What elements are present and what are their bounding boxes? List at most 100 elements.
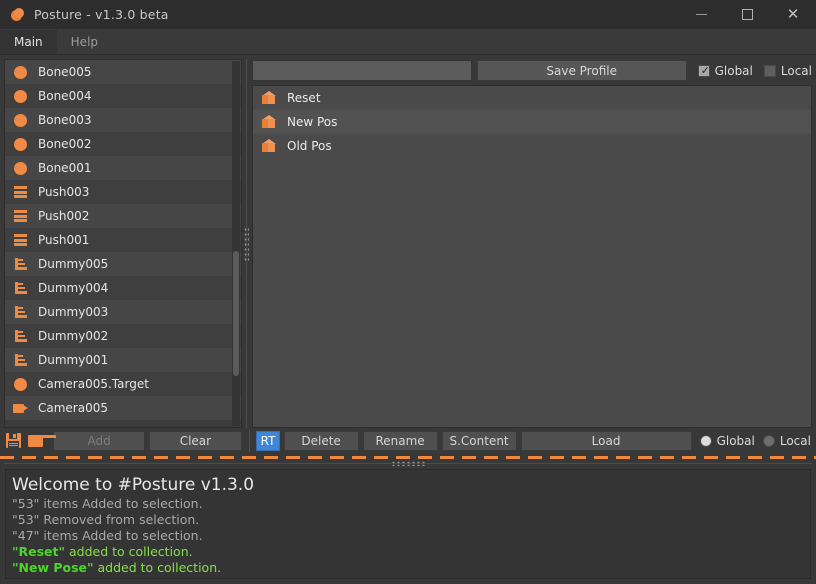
app-sphere-icon: [11, 7, 25, 22]
add-label: Add: [87, 434, 111, 448]
object-list-item[interactable]: Push001: [5, 228, 241, 252]
close-icon: ✕: [786, 5, 800, 23]
object-list-item[interactable]: Bone003: [5, 108, 241, 132]
horizontal-splitter[interactable]: [0, 459, 816, 469]
dummy-icon: [13, 256, 29, 272]
box-icon: [261, 138, 277, 154]
log-highlight: "Reset": [12, 544, 66, 559]
sphere-icon: [13, 88, 29, 104]
clear-label: Clear: [179, 434, 212, 448]
object-list-item-label: Push002: [38, 209, 90, 223]
pose-list-item[interactable]: New Pos: [253, 110, 811, 134]
pose-list-item[interactable]: Old Pos: [253, 134, 811, 158]
object-list-item-label: Bone004: [38, 89, 92, 103]
global-checkbox-label: Global: [714, 63, 753, 78]
scontent-button[interactable]: S.Content: [441, 431, 517, 451]
object-list-item-label: Dummy003: [38, 305, 109, 319]
push-icon: [13, 208, 29, 224]
folder-icon[interactable]: [27, 432, 56, 450]
dummy-icon: [13, 280, 29, 296]
main-content: Bone005 Bone004 Bone003 Bone002 Bone001 Push0…: [0, 55, 816, 428]
vertical-splitter[interactable]: [242, 59, 252, 428]
add-button[interactable]: Add: [53, 431, 146, 451]
object-list-item-label: Bone005: [38, 65, 92, 79]
object-list-item[interactable]: Camera005.Target: [5, 372, 241, 396]
object-list-item[interactable]: Camera005: [5, 396, 241, 420]
minimize-button[interactable]: [678, 0, 724, 29]
tab-main[interactable]: Main: [0, 30, 57, 54]
object-list-item[interactable]: Push003: [5, 180, 241, 204]
global-radio-group[interactable]: Global: [699, 434, 755, 448]
delete-label: Delete: [301, 434, 341, 448]
tab-help[interactable]: Help: [56, 30, 113, 54]
save-profile-button[interactable]: Save Profile: [476, 60, 687, 81]
sphere-icon: [13, 64, 29, 80]
load-label: Load: [591, 434, 621, 448]
local-checkbox-group[interactable]: Local: [763, 64, 812, 78]
clear-button[interactable]: Clear: [149, 431, 242, 451]
object-list-item[interactable]: Push002: [5, 204, 241, 228]
box-icon: [261, 114, 277, 130]
global-checkbox[interactable]: ✓: [697, 64, 710, 77]
local-checkbox[interactable]: [763, 64, 776, 77]
object-list-item[interactable]: Dummy002: [5, 324, 241, 348]
object-list-item-label: Dummy001: [38, 353, 109, 367]
box-icon: [261, 90, 277, 106]
pose-list[interactable]: Reset New Pos Old Pos: [252, 85, 812, 428]
horizontal-splitter-grip-icon: [391, 461, 425, 466]
object-list-item[interactable]: Dummy005: [5, 252, 241, 276]
sphere-icon: [13, 376, 29, 392]
camera-icon: [13, 400, 29, 416]
object-list-item[interactable]: Bone001: [5, 156, 241, 180]
profile-name-input[interactable]: [252, 60, 472, 81]
object-list-item[interactable]: Bone004: [5, 84, 241, 108]
local-radio-label: Local: [779, 434, 811, 448]
object-list-item-label: Bone003: [38, 113, 92, 127]
object-list-item[interactable]: Dummy003: [5, 300, 241, 324]
title-bar: Posture - v1.3.0 beta ✕: [0, 0, 816, 29]
global-radio[interactable]: [699, 435, 712, 447]
log-panel[interactable]: Welcome to #Posture v1.3.0 "53" items Add…: [5, 469, 811, 579]
tab-main-label: Main: [14, 35, 43, 49]
object-list-item-label: Push001: [38, 233, 90, 247]
tab-strip: Main Help: [0, 29, 816, 55]
dummy-icon: [13, 352, 29, 368]
tab-help-label: Help: [70, 35, 99, 49]
object-list-item[interactable]: Bone005: [5, 60, 241, 84]
log-line: "53" items Added to selection.: [12, 496, 203, 511]
object-list-item-label: Bone002: [38, 137, 92, 151]
rename-button[interactable]: Rename: [362, 431, 438, 451]
object-list[interactable]: Bone005 Bone004 Bone003 Bone002 Bone001 Push0…: [4, 59, 242, 428]
splitter-grip-icon: [244, 226, 249, 261]
rename-label: Rename: [375, 434, 425, 448]
object-list-scrollbar[interactable]: [232, 61, 240, 426]
log-highlight: "New Pose": [12, 560, 94, 575]
pose-panel: Save Profile ✓ Global Local Reset New Pos…: [252, 59, 812, 428]
application-window: Posture - v1.3.0 beta ✕ Main Help Bone00…: [0, 0, 816, 584]
log-line: "53" Removed from selection.: [12, 512, 200, 527]
push-icon: [13, 184, 29, 200]
save-profile-label: Save Profile: [546, 63, 617, 78]
object-list-item-label: Camera005: [38, 401, 108, 415]
global-checkbox-group[interactable]: ✓ Global: [697, 63, 753, 78]
object-list-item[interactable]: Dummy004: [5, 276, 241, 300]
log-text: added to collection.: [93, 560, 222, 575]
local-radio[interactable]: [762, 435, 775, 447]
object-list-item[interactable]: Dummy001: [5, 348, 241, 372]
object-list-item[interactable]: Bone002: [5, 132, 241, 156]
load-button[interactable]: Load: [520, 431, 692, 451]
delete-button[interactable]: Delete: [283, 431, 359, 451]
log-line: "Reset" added to collection.: [12, 544, 804, 560]
rt-toggle-button[interactable]: RT: [256, 431, 280, 451]
maximize-button[interactable]: [724, 0, 770, 29]
pose-list-item[interactable]: Reset: [253, 86, 811, 110]
save-icon[interactable]: [5, 432, 23, 450]
scrollbar-thumb[interactable]: [233, 251, 239, 376]
object-list-item-label: Dummy005: [38, 257, 109, 271]
dummy-icon: [13, 328, 29, 344]
local-radio-group[interactable]: Local: [762, 434, 811, 448]
object-list-item-label: Dummy002: [38, 329, 109, 343]
bottom-toolbar: Add Clear RT Delete Rename S.Content Loa…: [0, 428, 816, 454]
window-title: Posture - v1.3.0 beta: [34, 7, 169, 22]
close-button[interactable]: ✕: [770, 0, 816, 29]
